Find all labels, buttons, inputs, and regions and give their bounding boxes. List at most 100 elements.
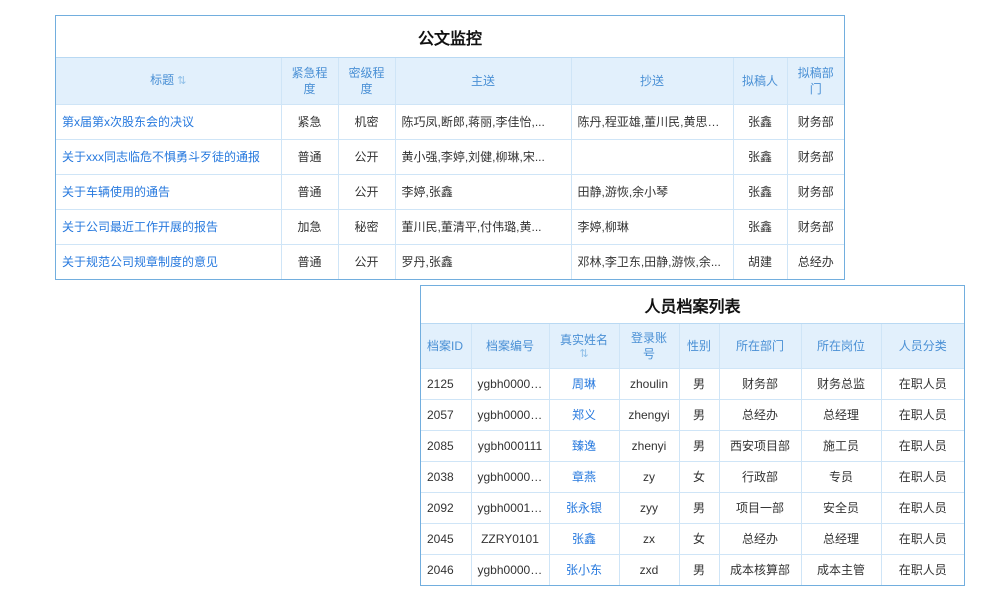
doc-cell-cc: 陈丹,程亚雄,董川民,黄思璐...	[571, 104, 733, 139]
doc-cell-urgency: 普通	[281, 174, 338, 209]
personnel-cell-account: zy	[619, 461, 679, 492]
personnel-cell-code: ZZRY0101	[471, 523, 549, 554]
doc-panel-title: 公文监控	[56, 16, 844, 58]
personnel-cell-code: ygbh000038	[471, 461, 549, 492]
doc-monitor-panel: 公文监控 标题⇅ 紧急程度 密级程度 主送 抄送 拟稿人 拟稿部门	[55, 15, 845, 280]
personnel-table: 档案ID 档案编号 真实姓名 ⇅ 登录账号 性别 所在部门 所在岗位 人员分类 …	[421, 324, 964, 585]
personnel-col-gender: 性别	[679, 324, 719, 368]
personnel-cell-code: ygbh000111	[471, 430, 549, 461]
doc-title-link[interactable]: 关于规范公司规章制度的意见	[56, 244, 281, 279]
doc-cell-cc: 李婷,柳琳	[571, 209, 733, 244]
doc-col-title[interactable]: 标题⇅	[56, 58, 281, 104]
personnel-cell-code: ygbh000104	[471, 492, 549, 523]
doc-cell-main-send: 董川民,董清平,付伟璐,黄...	[395, 209, 571, 244]
doc-header-row: 标题⇅ 紧急程度 密级程度 主送 抄送 拟稿人 拟稿部门	[56, 58, 844, 104]
personnel-name-link[interactable]: 张小东	[549, 554, 619, 585]
doc-title-link[interactable]: 关于公司最近工作开展的报告	[56, 209, 281, 244]
personnel-cell-gender: 男	[679, 430, 719, 461]
personnel-row: 2092 ygbh000104 张永银 zyy 男 项目一部 安全员 在职人员	[421, 492, 964, 523]
doc-table-body: 第x届第x次股东会的决议 紧急 机密 陈巧凤,断郎,蒋丽,李佳怡,... 陈丹,…	[56, 104, 844, 279]
personnel-row: 2046 ygbh000050 张小东 zxd 男 成本核算部 成本主管 在职人…	[421, 554, 964, 585]
personnel-cell-category: 在职人员	[881, 554, 964, 585]
personnel-cell-id: 2045	[421, 523, 471, 554]
personnel-row: 2085 ygbh000111 臻逸 zhenyi 男 西安项目部 施工员 在职…	[421, 430, 964, 461]
doc-table: 标题⇅ 紧急程度 密级程度 主送 抄送 拟稿人 拟稿部门 第x届第x次股东会的决…	[56, 58, 844, 279]
doc-col-urgency: 紧急程度	[281, 58, 338, 104]
doc-cell-dept: 财务部	[787, 174, 844, 209]
doc-col-dept: 拟稿部门	[787, 58, 844, 104]
doc-cell-main-send: 罗丹,张鑫	[395, 244, 571, 279]
personnel-cell-code: ygbh000070	[471, 368, 549, 399]
doc-cell-cc	[571, 139, 733, 174]
doc-row: 第x届第x次股东会的决议 紧急 机密 陈巧凤,断郎,蒋丽,李佳怡,... 陈丹,…	[56, 104, 844, 139]
personnel-cell-id: 2046	[421, 554, 471, 585]
doc-cell-drafter: 张鑫	[733, 139, 787, 174]
personnel-row: 2038 ygbh000038 章燕 zy 女 行政部 专员 在职人员	[421, 461, 964, 492]
personnel-cell-post: 成本主管	[801, 554, 881, 585]
personnel-cell-gender: 男	[679, 554, 719, 585]
personnel-cell-gender: 男	[679, 368, 719, 399]
personnel-cell-post: 施工员	[801, 430, 881, 461]
doc-cell-drafter: 张鑫	[733, 209, 787, 244]
doc-table-head: 标题⇅ 紧急程度 密级程度 主送 抄送 拟稿人 拟稿部门	[56, 58, 844, 104]
personnel-cell-category: 在职人员	[881, 523, 964, 554]
personnel-cell-post: 总经理	[801, 399, 881, 430]
personnel-cell-post: 安全员	[801, 492, 881, 523]
doc-cell-secrecy: 秘密	[338, 209, 395, 244]
personnel-cell-id: 2038	[421, 461, 471, 492]
personnel-name-link[interactable]: 郑义	[549, 399, 619, 430]
personnel-cell-category: 在职人员	[881, 461, 964, 492]
personnel-name-link[interactable]: 周琳	[549, 368, 619, 399]
personnel-cell-code: ygbh000068	[471, 399, 549, 430]
doc-col-drafter: 拟稿人	[733, 58, 787, 104]
personnel-cell-dept: 财务部	[719, 368, 801, 399]
personnel-cell-account: zhoulin	[619, 368, 679, 399]
personnel-cell-gender: 女	[679, 461, 719, 492]
personnel-col-name-label: 真实姓名	[560, 333, 608, 347]
doc-col-main-send: 主送	[395, 58, 571, 104]
personnel-panel: 人员档案列表 档案ID 档案编号 真实姓名 ⇅ 登录账号 性别 所在部门 所在岗…	[420, 285, 965, 586]
personnel-name-link[interactable]: 张鑫	[549, 523, 619, 554]
doc-cell-urgency: 普通	[281, 139, 338, 174]
page: 公文监控 标题⇅ 紧急程度 密级程度 主送 抄送 拟稿人 拟稿部门	[0, 0, 1000, 600]
personnel-cell-gender: 男	[679, 399, 719, 430]
doc-cell-secrecy: 公开	[338, 244, 395, 279]
personnel-panel-title: 人员档案列表	[421, 286, 964, 324]
personnel-cell-account: zx	[619, 523, 679, 554]
doc-title-link[interactable]: 关于车辆使用的通告	[56, 174, 281, 209]
doc-cell-main-send: 黄小强,李婷,刘健,柳琳,宋...	[395, 139, 571, 174]
doc-cell-dept: 财务部	[787, 209, 844, 244]
personnel-cell-dept: 总经办	[719, 523, 801, 554]
personnel-col-name[interactable]: 真实姓名 ⇅	[549, 324, 619, 368]
doc-cell-urgency: 普通	[281, 244, 338, 279]
doc-col-cc: 抄送	[571, 58, 733, 104]
personnel-cell-account: zxd	[619, 554, 679, 585]
doc-col-secrecy: 密级程度	[338, 58, 395, 104]
personnel-row: 2057 ygbh000068 郑义 zhengyi 男 总经办 总经理 在职人…	[421, 399, 964, 430]
doc-cell-cc: 田静,游恢,余小琴	[571, 174, 733, 209]
personnel-cell-post: 总经理	[801, 523, 881, 554]
personnel-cell-post: 财务总监	[801, 368, 881, 399]
doc-title-link[interactable]: 关于xxx同志临危不惧勇斗歹徒的通报	[56, 139, 281, 174]
doc-cell-drafter: 胡建	[733, 244, 787, 279]
doc-cell-dept: 财务部	[787, 104, 844, 139]
personnel-table-head: 档案ID 档案编号 真实姓名 ⇅ 登录账号 性别 所在部门 所在岗位 人员分类	[421, 324, 964, 368]
personnel-col-code: 档案编号	[471, 324, 549, 368]
personnel-cell-dept: 成本核算部	[719, 554, 801, 585]
doc-title-link[interactable]: 第x届第x次股东会的决议	[56, 104, 281, 139]
personnel-cell-dept: 西安项目部	[719, 430, 801, 461]
personnel-cell-account: zhenyi	[619, 430, 679, 461]
personnel-cell-category: 在职人员	[881, 368, 964, 399]
personnel-cell-id: 2092	[421, 492, 471, 523]
personnel-cell-id: 2125	[421, 368, 471, 399]
personnel-col-dept: 所在部门	[719, 324, 801, 368]
personnel-name-link[interactable]: 章燕	[549, 461, 619, 492]
personnel-cell-id: 2085	[421, 430, 471, 461]
doc-row: 关于车辆使用的通告 普通 公开 李婷,张鑫 田静,游恢,余小琴 张鑫 财务部	[56, 174, 844, 209]
doc-cell-urgency: 紧急	[281, 104, 338, 139]
personnel-name-link[interactable]: 臻逸	[549, 430, 619, 461]
sort-icon: ⇅	[177, 75, 186, 87]
personnel-table-body: 2125 ygbh000070 周琳 zhoulin 男 财务部 财务总监 在职…	[421, 368, 964, 585]
personnel-name-link[interactable]: 张永银	[549, 492, 619, 523]
personnel-cell-gender: 女	[679, 523, 719, 554]
